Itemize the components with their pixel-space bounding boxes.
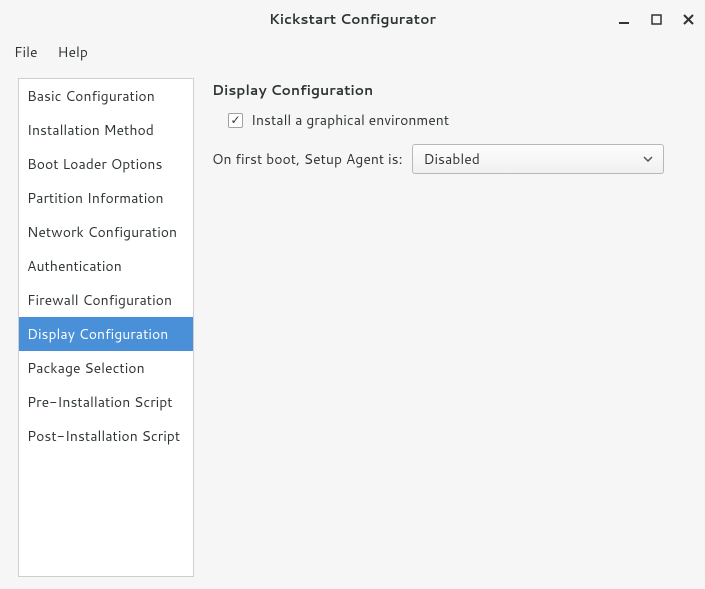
menu-file[interactable]: File [4,38,48,66]
window-title: Kickstart Configurator [269,9,436,29]
sidebar-item-8[interactable]: Package Selection [19,351,193,385]
menu-help[interactable]: Help [48,38,98,66]
minimize-button[interactable] [615,10,633,28]
setup-agent-value: Disabled [423,149,479,169]
menubar: File Help [0,38,705,66]
section-title: Display Configuration [212,80,691,100]
chevron-down-icon [643,154,653,164]
sidebar: Basic ConfigurationInstallation MethodBo… [18,78,194,577]
sidebar-item-7[interactable]: Display Configuration [19,317,193,351]
sidebar-item-3[interactable]: Partition Information [19,181,193,215]
main-panel: Display Configuration Install a graphica… [212,78,691,577]
setup-agent-dropdown[interactable]: Disabled [412,144,664,174]
maximize-button[interactable] [647,10,665,28]
sidebar-item-4[interactable]: Network Configuration [19,215,193,249]
sidebar-item-1[interactable]: Installation Method [19,113,193,147]
install-graphical-label[interactable]: Install a graphical environment [251,110,449,130]
titlebar: Kickstart Configurator [0,0,705,38]
close-button[interactable] [679,10,697,28]
window-controls [615,0,697,38]
install-graphical-row: Install a graphical environment [228,110,691,130]
content-area: Basic ConfigurationInstallation MethodBo… [0,66,705,589]
setup-agent-row: On first boot, Setup Agent is: Disabled [212,144,691,174]
sidebar-item-0[interactable]: Basic Configuration [19,79,193,113]
sidebar-item-9[interactable]: Pre-Installation Script [19,385,193,419]
sidebar-item-10[interactable]: Post-Installation Script [19,419,193,453]
sidebar-item-2[interactable]: Boot Loader Options [19,147,193,181]
setup-agent-label: On first boot, Setup Agent is: [212,149,402,169]
sidebar-item-5[interactable]: Authentication [19,249,193,283]
sidebar-item-6[interactable]: Firewall Configuration [19,283,193,317]
install-graphical-checkbox[interactable] [228,113,243,128]
